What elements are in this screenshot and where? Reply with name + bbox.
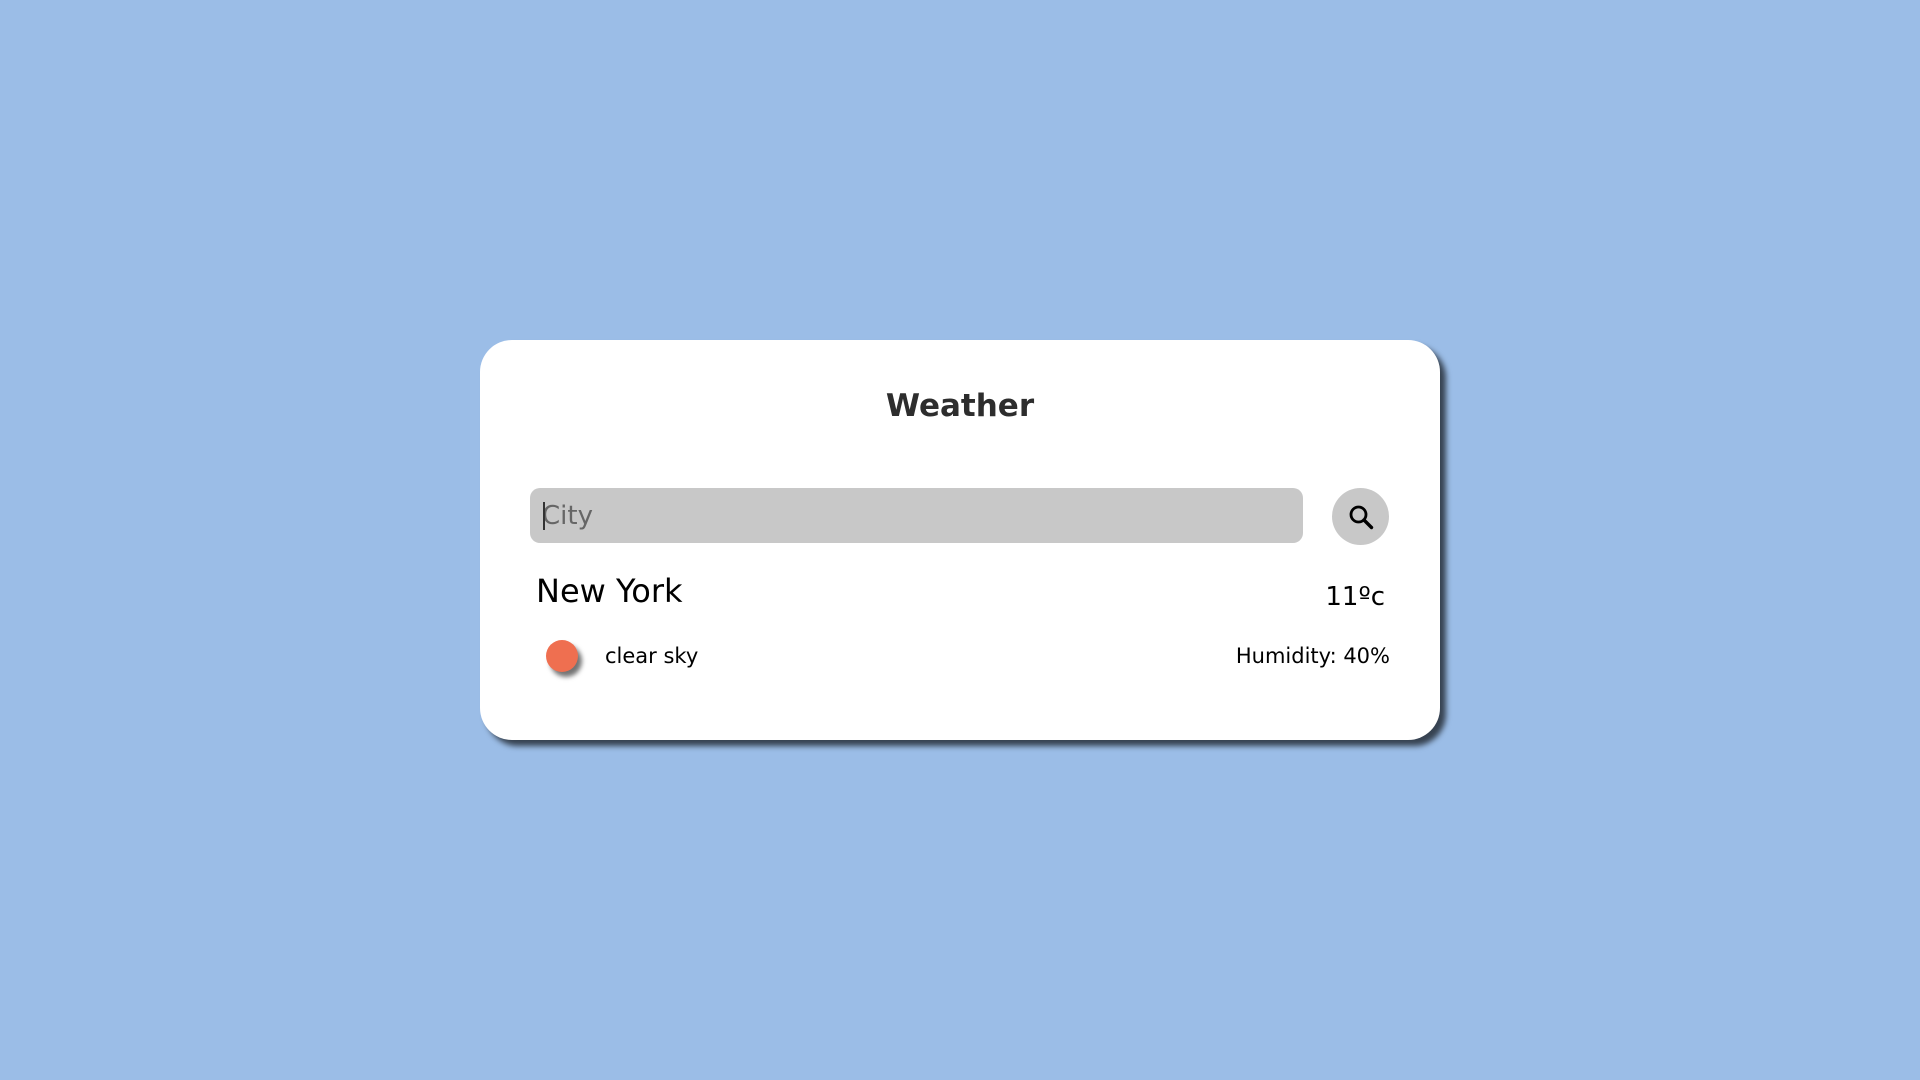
search-bar bbox=[530, 488, 1390, 546]
page-background: Weather New York 11ºc clear sky Humidity… bbox=[0, 0, 1920, 1080]
search-icon bbox=[1349, 505, 1373, 529]
text-cursor bbox=[543, 502, 545, 530]
search-button[interactable] bbox=[1332, 488, 1389, 545]
weather-card: Weather New York 11ºc clear sky Humidity… bbox=[480, 340, 1440, 740]
page-title: Weather bbox=[885, 388, 1035, 424]
temperature-value: 11ºc bbox=[1325, 582, 1385, 612]
city-name: New York bbox=[536, 572, 683, 610]
weather-condition-icon bbox=[546, 640, 578, 672]
humidity-value: Humidity: 40% bbox=[1235, 644, 1390, 668]
city-search-input[interactable] bbox=[530, 488, 1303, 543]
weather-condition-text: clear sky bbox=[605, 644, 699, 668]
